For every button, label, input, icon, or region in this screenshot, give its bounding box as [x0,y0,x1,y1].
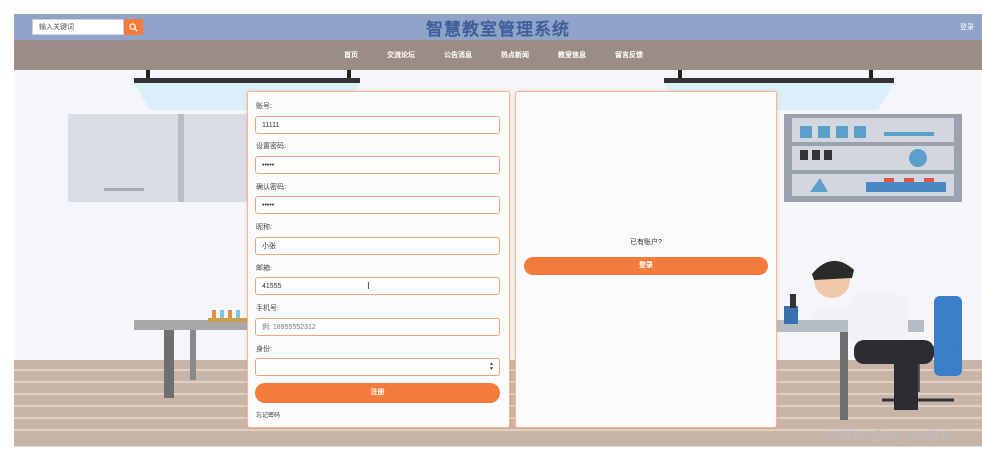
identity-label: 身份: [256,346,272,353]
header-login-link[interactable]: 登录 [960,22,974,32]
account-input[interactable] [255,116,500,134]
confirm-password-input[interactable] [255,196,500,214]
csdn-watermark: CSDN @vx_cxsj813 [827,427,955,443]
nav-item-announcements[interactable]: 公告消息 [444,40,472,70]
nav-bar: 首页 交流论坛 公告消息 热点新闻 教室信息 留言反馈 [14,40,982,70]
have-account-text: 已有账户? [630,239,662,246]
password-label: 设置密码: [256,143,286,150]
confirm-password-label: 确认密码: [256,184,286,191]
nav-item-feedback[interactable]: 留言反馈 [615,40,643,70]
email-label: 邮箱: [256,265,272,272]
login-prompt-panel: 已有账户? 登录 [515,91,777,428]
select-arrows-icon: ▲ ▼ [489,361,494,372]
login-button[interactable]: 登录 [524,257,768,275]
nav-item-news[interactable]: 热点新闻 [501,40,529,70]
account-label: 账号: [256,103,272,110]
phone-label: 手机号: [256,305,279,312]
top-bar: 智慧教室管理系统 登录 [14,14,982,40]
register-panel: 账号: 设置密码: 确认密码: 昵称: 邮箱: 手机号: 身份: ▲▼ 注册 忘… [247,91,510,428]
nav-item-classrooms[interactable]: 教室信息 [558,40,586,70]
page-bottom-border [14,446,982,447]
register-button[interactable]: 注册 [255,383,500,403]
nickname-input[interactable] [255,237,500,255]
email-input[interactable] [255,277,500,295]
text-cursor-icon: I [367,281,370,292]
password-input[interactable] [255,156,500,174]
identity-select[interactable]: ▲ ▼ [255,358,500,376]
phone-input[interactable] [255,318,500,336]
nav-item-forum[interactable]: 交流论坛 [387,40,415,70]
forgot-password-link[interactable]: 忘记密码 [256,410,280,419]
nav-item-home[interactable]: 首页 [344,40,358,70]
nickname-label: 昵称: [256,224,272,231]
site-title: 智慧教室管理系统 [426,20,570,40]
nav-menu: 首页 交流论坛 公告消息 热点新闻 教室信息 留言反馈 [344,40,672,70]
